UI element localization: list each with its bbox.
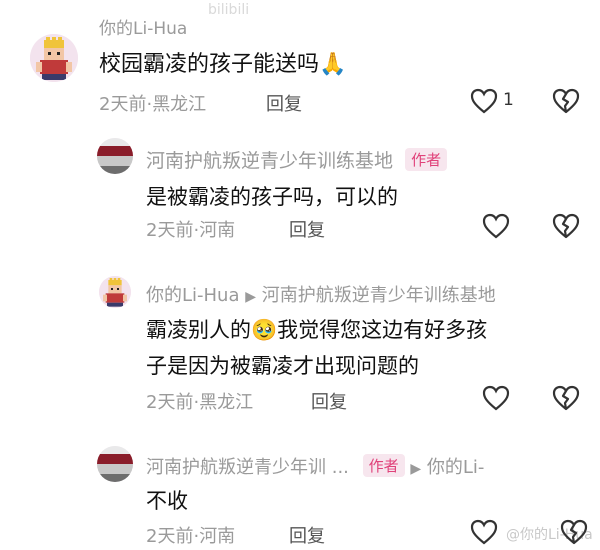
reply-button[interactable]: 回复: [311, 388, 347, 414]
author-badge: 作者: [405, 148, 448, 171]
reply-to-arrow-icon: ▶: [410, 461, 422, 477]
comment-username: 你的Li-Hua ▶ 河南护航叛逆青少年训练基地: [146, 281, 496, 307]
building-avatar-icon[interactable]: [97, 138, 133, 174]
comment-meta: 2天前·河南: [146, 216, 235, 242]
bilibili-watermark: bilibili: [208, 2, 250, 18]
dislike-broken-heart-icon[interactable]: [560, 519, 588, 545]
like-heart-icon[interactable]: [470, 88, 498, 114]
dislike-broken-heart-icon[interactable]: [552, 213, 580, 239]
comment-time: 2天前: [146, 526, 194, 547]
reply-button[interactable]: 回复: [289, 522, 325, 548]
comment-location: 黑龙江: [199, 392, 254, 413]
pixel-king-avatar-icon[interactable]: [99, 276, 131, 308]
reply-button[interactable]: 回复: [266, 90, 302, 116]
like-heart-icon[interactable]: [482, 213, 510, 239]
reply-target-name[interactable]: 你的Li-: [427, 457, 485, 478]
reply-to-arrow-icon: ▶: [245, 289, 257, 305]
dislike-broken-heart-icon[interactable]: [552, 385, 580, 411]
reply-username[interactable]: 你的Li-Hua: [146, 285, 240, 306]
like-heart-icon[interactable]: [470, 519, 498, 545]
comment-text-line-1: 霸凌别人的🥹我觉得您这边有好多孩: [146, 318, 488, 342]
comment-username[interactable]: 你的Li-Hua: [99, 14, 187, 39]
like-count: 1: [503, 90, 514, 110]
comment-meta: 2天前·黑龙江: [99, 90, 206, 116]
author-name[interactable]: 河南护航叛逆青少年训练基地: [146, 150, 393, 172]
building-avatar-icon[interactable]: [97, 446, 133, 482]
comment-username: 河南护航叛逆青少年训练基地 作者: [146, 146, 448, 173]
author-badge: 作者: [362, 454, 405, 477]
comment-time: 2天前: [146, 220, 194, 241]
comment-time: 2天前: [146, 392, 194, 413]
comment-location: 黑龙江: [152, 94, 207, 115]
comment-location: 河南: [199, 220, 236, 241]
comment-text: 不收: [146, 489, 188, 513]
reply-target-name[interactable]: 河南护航叛逆青少年训练基地: [262, 285, 496, 306]
pixel-king-avatar-icon[interactable]: [30, 34, 78, 82]
like-heart-icon[interactable]: [482, 385, 510, 411]
comment-text: 校园霸凌的孩子能送吗🙏: [99, 52, 347, 77]
author-name[interactable]: 河南护航叛逆青少年训 ...: [146, 457, 349, 478]
comment-location: 河南: [199, 526, 236, 547]
dislike-broken-heart-icon[interactable]: [552, 88, 580, 114]
reply-button[interactable]: 回复: [289, 216, 325, 242]
comment-meta: 2天前·河南: [146, 522, 235, 548]
comment-text: 是被霸凌的孩子吗，可以的: [146, 185, 398, 209]
comment-text-line-2: 子是因为被霸凌才出现问题的: [146, 354, 419, 378]
comment-username: 河南护航叛逆青少年训 ... 作者 ▶ 你的Li-: [146, 453, 484, 479]
comment-meta: 2天前·黑龙江: [146, 388, 253, 414]
comment-time: 2天前: [99, 94, 147, 115]
